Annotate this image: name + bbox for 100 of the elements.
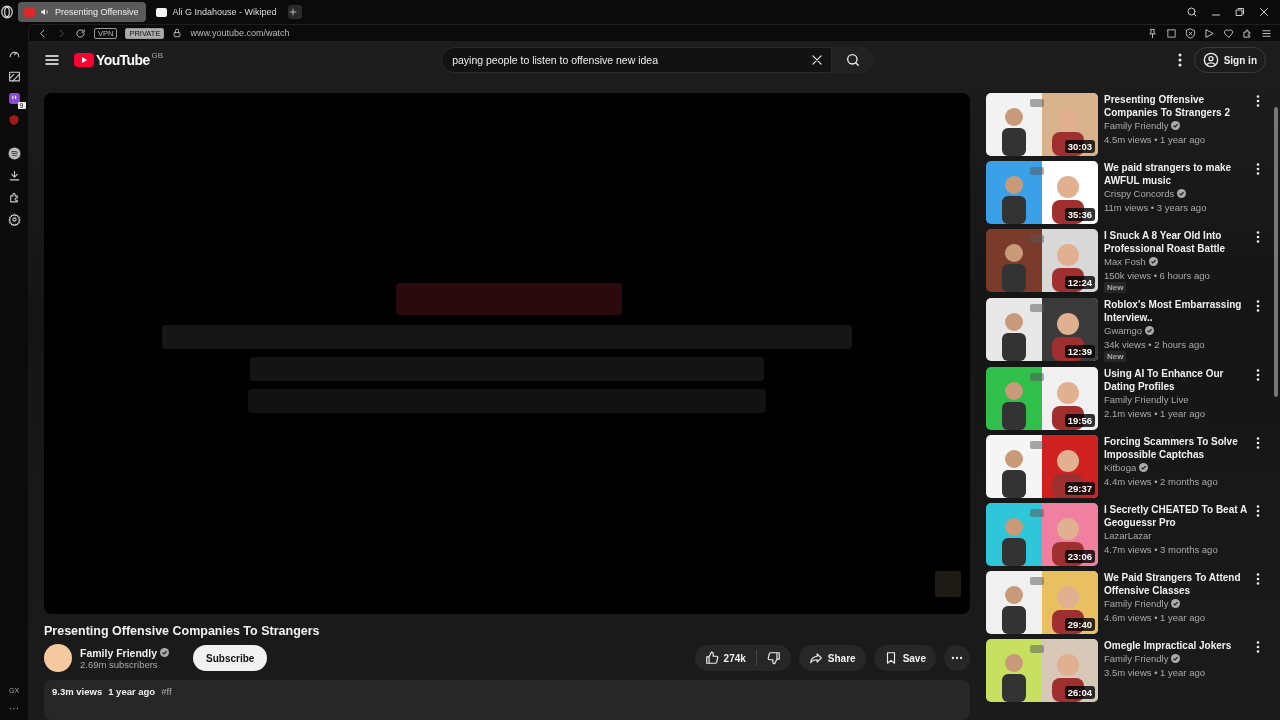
duration-badge: 12:39 xyxy=(1064,345,1095,358)
video-meta: 4.6m views • 1 year ago xyxy=(1104,610,1206,624)
search-icon[interactable] xyxy=(1186,6,1198,18)
verified-icon xyxy=(1171,599,1181,609)
video-title[interactable]: We paid strangers to make AWFUL music xyxy=(1104,161,1250,187)
more-options-icon[interactable] xyxy=(1256,437,1260,449)
clear-icon[interactable] xyxy=(810,53,825,67)
channel-name[interactable]: Family Friendly xyxy=(1104,597,1169,611)
view-count: 9.3m views xyxy=(52,686,103,699)
video-meta: 2.1m views • 1 year ago xyxy=(1104,406,1206,420)
lock-icon[interactable] xyxy=(172,28,183,38)
video-meta: 150k views • 6 hours ago xyxy=(1104,268,1211,282)
channel-avatar[interactable] xyxy=(44,644,72,672)
more-options-icon[interactable] xyxy=(1256,300,1260,312)
verified-icon xyxy=(160,648,170,657)
verified-icon xyxy=(1177,189,1187,199)
duration-badge: 23:06 xyxy=(1064,550,1095,563)
channel-name[interactable]: Family Friendly xyxy=(1104,119,1169,133)
verified-icon xyxy=(1145,326,1154,336)
search-icon[interactable] xyxy=(845,52,862,68)
video-title[interactable]: We Paid Strangers To Attend Offensive Classes xyxy=(1104,571,1250,597)
extensions-icon[interactable] xyxy=(1242,27,1253,39)
video-title: Presenting Offensive Companies To Strangers xyxy=(44,624,321,638)
reload-icon[interactable] xyxy=(75,27,86,39)
more-options-icon[interactable] xyxy=(1256,95,1260,107)
more-options-icon[interactable] xyxy=(1256,505,1260,517)
new-tab-button[interactable] xyxy=(288,5,303,19)
channel-name[interactable]: Family Friendly xyxy=(80,646,158,659)
duration-badge: 29:40 xyxy=(1064,618,1095,631)
thumbs-down-icon[interactable] xyxy=(766,651,781,665)
more-options-icon[interactable] xyxy=(1256,369,1260,381)
verified-icon xyxy=(1148,257,1158,267)
new-badge: New xyxy=(1104,351,1127,362)
duration-badge: 35:36 xyxy=(1064,208,1095,221)
channel-name[interactable]: Family Friendly xyxy=(1104,652,1169,666)
search-field[interactable]: paying people to listen to offensive new idea xyxy=(441,47,833,73)
music-app-icon[interactable] xyxy=(7,147,21,160)
adblock-icon[interactable] xyxy=(1185,27,1196,39)
opera-logo-icon[interactable] xyxy=(0,5,14,19)
more-options-icon[interactable] xyxy=(1256,231,1260,243)
video-title[interactable]: Omegle Impractical Jokers xyxy=(1104,639,1250,652)
twitch-icon[interactable] xyxy=(7,92,21,105)
duration-badge: 19:56 xyxy=(1064,414,1095,427)
plus-icon[interactable] xyxy=(288,7,299,17)
settings-icon[interactable] xyxy=(7,213,21,226)
video-meta: 11m views • 3 years ago xyxy=(1104,200,1208,214)
video-title[interactable]: Forcing Scammers To Solve Impossible Captchas xyxy=(1104,435,1250,461)
more-button[interactable]: ··· xyxy=(9,703,19,714)
search-button[interactable] xyxy=(832,47,875,73)
channel-name[interactable]: Max Fosh xyxy=(1104,255,1146,269)
restore-icon[interactable] xyxy=(1234,6,1246,18)
shield-icon[interactable] xyxy=(8,114,20,126)
video-title[interactable]: Presenting Offensive Companies To Strangers 2 xyxy=(1104,93,1250,119)
duration-badge: 29:37 xyxy=(1064,482,1095,495)
duration-badge: 30:03 xyxy=(1064,140,1095,153)
menu-icon[interactable] xyxy=(44,52,60,68)
close-icon[interactable] xyxy=(1258,6,1270,18)
more-options-icon[interactable] xyxy=(1256,641,1260,653)
video-title[interactable]: Using AI To Enhance Our Dating Profiles xyxy=(1104,367,1250,393)
pin-icon[interactable] xyxy=(1147,27,1158,39)
browser-tab[interactable]: Presenting Offensive xyxy=(18,2,147,22)
puzzle-icon[interactable] xyxy=(7,191,21,204)
verified-icon xyxy=(1139,463,1149,473)
video-title[interactable]: Roblox's Most Embarrassing Interview.. xyxy=(1104,298,1250,324)
verified-icon xyxy=(1171,654,1181,664)
share-icon[interactable] xyxy=(808,651,823,665)
region-label: GB xyxy=(151,51,164,60)
hashtag-link[interactable]: #ff xyxy=(161,686,172,714)
more-options-icon[interactable] xyxy=(1256,163,1260,175)
duration-badge: 12:24 xyxy=(1064,276,1095,289)
more-options-icon[interactable] xyxy=(1256,573,1260,585)
upload-age: 1 year ago xyxy=(108,686,156,699)
channel-name[interactable]: Kitboga xyxy=(1104,461,1137,475)
duration-badge: 26:04 xyxy=(1064,686,1095,699)
video-meta: 34k views • 2 hours ago xyxy=(1104,337,1206,351)
speaker-icon[interactable] xyxy=(40,7,50,17)
snapshot-icon[interactable] xyxy=(1166,27,1177,39)
share-button[interactable]: Share xyxy=(798,645,866,671)
account-icon[interactable] xyxy=(1202,52,1219,68)
video-meta: 4.7m views • 3 months ago xyxy=(1104,542,1219,556)
heart-icon[interactable] xyxy=(1223,27,1234,39)
video-title[interactable]: I Snuck A 8 Year Old Into Professional Roast Battle xyxy=(1104,229,1250,255)
description-box[interactable]: 9.3m views 1 year ago #ff xyxy=(44,680,970,720)
scrollbar-thumb[interactable] xyxy=(1274,107,1278,397)
video-meta: 3.5m views • 1 year ago xyxy=(1104,665,1206,679)
video-title[interactable]: I Secretly CHEATED To Beat A Geoguessr Pro xyxy=(1104,503,1250,529)
channel-name[interactable]: LazarLazar xyxy=(1104,529,1152,543)
thumbs-up-icon[interactable] xyxy=(704,651,719,665)
more-options-icon[interactable] xyxy=(1177,53,1182,67)
channel-name[interactable]: Gwamgo xyxy=(1104,324,1142,338)
play-logo-icon[interactable] xyxy=(74,53,94,67)
logo-wordmark[interactable]: YouTube xyxy=(96,51,150,69)
new-badge: New xyxy=(1104,282,1127,293)
channel-name[interactable]: Crispy Concords xyxy=(1104,187,1175,201)
browser-tab[interactable]: Ali G Indahouse - Wikiped xyxy=(150,2,285,22)
save-button[interactable]: Save xyxy=(873,645,936,671)
subscribe-button[interactable]: Subscribe xyxy=(193,645,268,671)
url-field[interactable]: www.youtube.com/watch xyxy=(190,28,290,38)
download-icon[interactable] xyxy=(7,169,21,182)
channel-name[interactable]: Family Friendly Live xyxy=(1104,393,1189,407)
